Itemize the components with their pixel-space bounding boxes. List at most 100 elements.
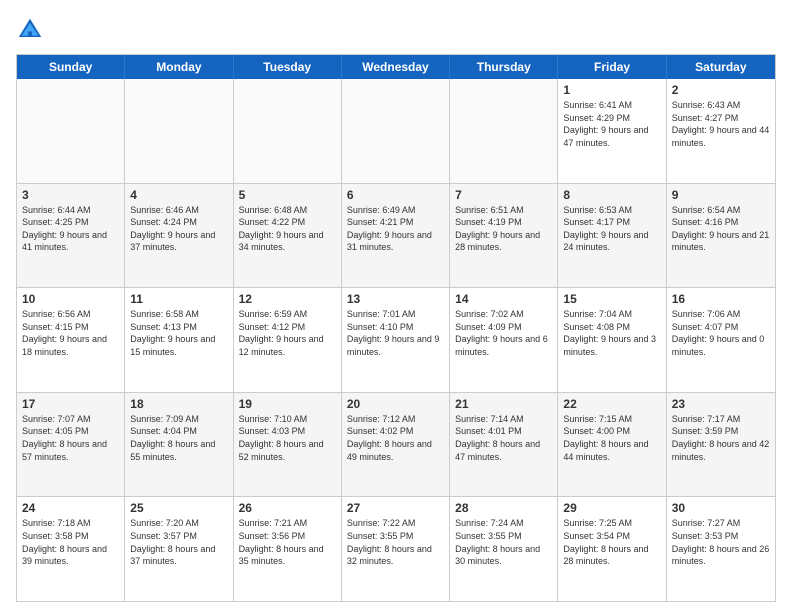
day-number: 2 xyxy=(672,83,770,97)
day-cell-4: 4 Sunrise: 6:46 AMSunset: 4:24 PMDaylight… xyxy=(125,184,233,288)
day-info: Sunrise: 6:59 AMSunset: 4:12 PMDaylight:… xyxy=(239,308,336,358)
day-info: Sunrise: 7:01 AMSunset: 4:10 PMDaylight:… xyxy=(347,308,444,358)
day-number: 9 xyxy=(672,188,770,202)
day-number: 5 xyxy=(239,188,336,202)
day-number: 7 xyxy=(455,188,552,202)
header-day-wednesday: Wednesday xyxy=(342,55,450,79)
header-day-sunday: Sunday xyxy=(17,55,125,79)
day-cell-20: 20 Sunrise: 7:12 AMSunset: 4:02 PMDayligh… xyxy=(342,393,450,497)
day-number: 15 xyxy=(563,292,660,306)
day-cell-10: 10 Sunrise: 6:56 AMSunset: 4:15 PMDayligh… xyxy=(17,288,125,392)
day-info: Sunrise: 6:46 AMSunset: 4:24 PMDaylight:… xyxy=(130,204,227,254)
day-cell-14: 14Sunrise: 7:02 AMSunset: 4:09 PMDayligh… xyxy=(450,288,558,392)
day-cell-15: 15 Sunrise: 7:04 AMSunset: 4:08 PMDayligh… xyxy=(558,288,666,392)
day-number: 27 xyxy=(347,501,444,515)
day-info: Sunrise: 7:04 AMSunset: 4:08 PMDaylight:… xyxy=(563,308,660,358)
day-number: 24 xyxy=(22,501,119,515)
day-cell-1: 1 Sunrise: 6:41 AMSunset: 4:29 PMDaylight… xyxy=(558,79,666,183)
empty-cell xyxy=(342,79,450,183)
day-info: Sunrise: 6:41 AMSunset: 4:29 PMDaylight:… xyxy=(563,99,660,149)
day-number: 17 xyxy=(22,397,119,411)
day-info: Sunrise: 7:14 AMSunset: 4:01 PMDaylight:… xyxy=(455,413,552,463)
day-cell-11: 11 Sunrise: 6:58 AMSunset: 4:13 PMDayligh… xyxy=(125,288,233,392)
day-cell-12: 12 Sunrise: 6:59 AMSunset: 4:12 PMDayligh… xyxy=(234,288,342,392)
day-number: 30 xyxy=(672,501,770,515)
day-info: Sunrise: 7:18 AMSunset: 3:58 PMDaylight:… xyxy=(22,517,119,567)
day-number: 20 xyxy=(347,397,444,411)
day-info: Sunrise: 6:58 AMSunset: 4:13 PMDaylight:… xyxy=(130,308,227,358)
day-cell-27: 27 Sunrise: 7:22 AMSunset: 3:55 PMDayligh… xyxy=(342,497,450,601)
day-cell-28: 28 Sunrise: 7:24 AMSunset: 3:55 PMDayligh… xyxy=(450,497,558,601)
day-info: Sunrise: 7:15 AMSunset: 4:00 PMDaylight:… xyxy=(563,413,660,463)
day-info: Sunrise: 7:09 AMSunset: 4:04 PMDaylight:… xyxy=(130,413,227,463)
day-number: 12 xyxy=(239,292,336,306)
day-number: 11 xyxy=(130,292,227,306)
header-day-monday: Monday xyxy=(125,55,233,79)
day-number: 1 xyxy=(563,83,660,97)
header-day-tuesday: Tuesday xyxy=(234,55,342,79)
day-info: Sunrise: 6:49 AMSunset: 4:21 PMDaylight:… xyxy=(347,204,444,254)
day-cell-22: 22 Sunrise: 7:15 AMSunset: 4:00 PMDayligh… xyxy=(558,393,666,497)
day-cell-24: 24 Sunrise: 7:18 AMSunset: 3:58 PMDayligh… xyxy=(17,497,125,601)
header-day-saturday: Saturday xyxy=(667,55,775,79)
day-cell-25: 25Sunrise: 7:20 AMSunset: 3:57 PMDayligh… xyxy=(125,497,233,601)
day-info: Sunrise: 7:12 AMSunset: 4:02 PMDaylight:… xyxy=(347,413,444,463)
day-cell-26: 26 Sunrise: 7:21 AMSunset: 3:56 PMDayligh… xyxy=(234,497,342,601)
header-day-friday: Friday xyxy=(558,55,666,79)
calendar: SundayMondayTuesdayWednesdayThursdayFrid… xyxy=(16,54,776,602)
day-info: Sunrise: 6:51 AMSunset: 4:19 PMDaylight:… xyxy=(455,204,552,254)
week-row-2: 3 Sunrise: 6:44 AMSunset: 4:25 PMDaylight… xyxy=(17,184,775,289)
day-cell-13: 13 Sunrise: 7:01 AMSunset: 4:10 PMDayligh… xyxy=(342,288,450,392)
day-number: 6 xyxy=(347,188,444,202)
day-cell-8: 8 Sunrise: 6:53 AMSunset: 4:17 PMDaylight… xyxy=(558,184,666,288)
day-info: Sunrise: 7:07 AMSunset: 4:05 PMDaylight:… xyxy=(22,413,119,463)
day-info: Sunrise: 7:22 AMSunset: 3:55 PMDaylight:… xyxy=(347,517,444,567)
day-cell-6: 6 Sunrise: 6:49 AMSunset: 4:21 PMDaylight… xyxy=(342,184,450,288)
day-cell-17: 17 Sunrise: 7:07 AMSunset: 4:05 PMDayligh… xyxy=(17,393,125,497)
day-number: 18 xyxy=(130,397,227,411)
day-number: 21 xyxy=(455,397,552,411)
day-info: Sunrise: 6:53 AMSunset: 4:17 PMDaylight:… xyxy=(563,204,660,254)
day-number: 23 xyxy=(672,397,770,411)
day-cell-9: 9Sunrise: 6:54 AMSunset: 4:16 PMDaylight… xyxy=(667,184,775,288)
day-info: Sunrise: 6:43 AMSunset: 4:27 PMDaylight:… xyxy=(672,99,770,149)
day-number: 4 xyxy=(130,188,227,202)
empty-cell xyxy=(234,79,342,183)
week-row-5: 24 Sunrise: 7:18 AMSunset: 3:58 PMDayligh… xyxy=(17,497,775,601)
day-number: 19 xyxy=(239,397,336,411)
day-info: Sunrise: 7:17 AMSunset: 3:59 PMDaylight:… xyxy=(672,413,770,463)
empty-cell xyxy=(450,79,558,183)
day-number: 22 xyxy=(563,397,660,411)
calendar-body: 1 Sunrise: 6:41 AMSunset: 4:29 PMDaylight… xyxy=(17,79,775,601)
day-number: 28 xyxy=(455,501,552,515)
day-cell-2: 2 Sunrise: 6:43 AMSunset: 4:27 PMDaylight… xyxy=(667,79,775,183)
day-cell-30: 30Sunrise: 7:27 AMSunset: 3:53 PMDayligh… xyxy=(667,497,775,601)
day-cell-19: 19Sunrise: 7:10 AMSunset: 4:03 PMDayligh… xyxy=(234,393,342,497)
day-cell-21: 21 Sunrise: 7:14 AMSunset: 4:01 PMDayligh… xyxy=(450,393,558,497)
logo-icon xyxy=(16,16,44,44)
logo xyxy=(16,16,48,44)
day-number: 26 xyxy=(239,501,336,515)
day-number: 29 xyxy=(563,501,660,515)
empty-cell xyxy=(125,79,233,183)
week-row-4: 17 Sunrise: 7:07 AMSunset: 4:05 PMDayligh… xyxy=(17,393,775,498)
day-info: Sunrise: 6:44 AMSunset: 4:25 PMDaylight:… xyxy=(22,204,119,254)
day-number: 3 xyxy=(22,188,119,202)
day-cell-5: 5Sunrise: 6:48 AMSunset: 4:22 PMDaylight… xyxy=(234,184,342,288)
day-cell-3: 3 Sunrise: 6:44 AMSunset: 4:25 PMDaylight… xyxy=(17,184,125,288)
day-number: 10 xyxy=(22,292,119,306)
day-info: Sunrise: 7:24 AMSunset: 3:55 PMDaylight:… xyxy=(455,517,552,567)
day-cell-18: 18 Sunrise: 7:09 AMSunset: 4:04 PMDayligh… xyxy=(125,393,233,497)
day-number: 13 xyxy=(347,292,444,306)
day-info: Sunrise: 7:20 AMSunset: 3:57 PMDaylight:… xyxy=(130,517,227,567)
day-number: 14 xyxy=(455,292,552,306)
week-row-1: 1 Sunrise: 6:41 AMSunset: 4:29 PMDaylight… xyxy=(17,79,775,184)
header-day-thursday: Thursday xyxy=(450,55,558,79)
day-cell-16: 16Sunrise: 7:06 AMSunset: 4:07 PMDayligh… xyxy=(667,288,775,392)
day-cell-7: 7 Sunrise: 6:51 AMSunset: 4:19 PMDaylight… xyxy=(450,184,558,288)
day-info: Sunrise: 7:21 AMSunset: 3:56 PMDaylight:… xyxy=(239,517,336,567)
day-number: 8 xyxy=(563,188,660,202)
day-info: Sunrise: 7:25 AMSunset: 3:54 PMDaylight:… xyxy=(563,517,660,567)
empty-cell xyxy=(17,79,125,183)
day-info: Sunrise: 6:56 AMSunset: 4:15 PMDaylight:… xyxy=(22,308,119,358)
